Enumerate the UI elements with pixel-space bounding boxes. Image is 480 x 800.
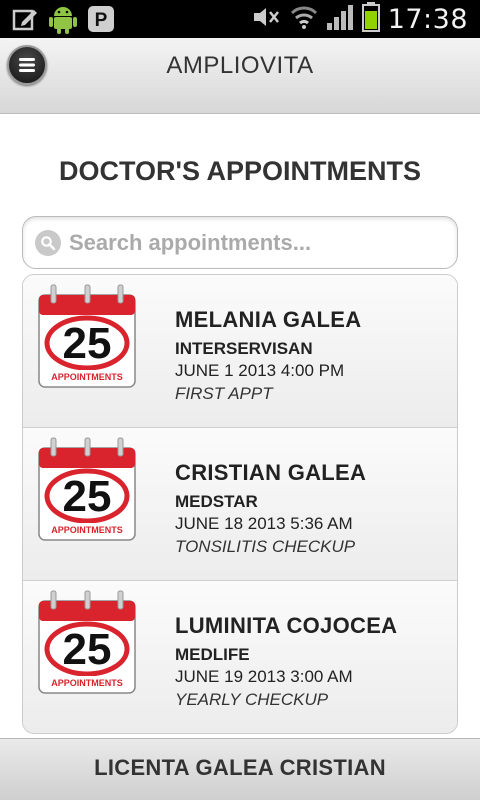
search-icon [35,230,61,256]
page-title: DOCTOR'S APPOINTMENTS [59,156,421,186]
appointment-note: TONSILITIS CHECKUP [175,537,356,556]
calendar-label: APPOINTMENTS [51,678,123,688]
notification-icons: P [10,4,116,34]
app-title: AMPLIOVITA [166,52,314,79]
clinic-name: MEDLIFE [175,645,250,664]
patient-name: CRISTIAN GALEA [175,460,367,485]
appointment-date: JUNE 19 2013 3:00 AM [175,667,353,686]
calendar-number: 25 [63,625,112,674]
android-icon [48,4,78,34]
system-icons: 17:38 [250,1,468,37]
battery-icon [361,1,380,37]
calendar-icon: 25 APPOINTMENTS [38,590,136,694]
search-input[interactable] [69,225,449,261]
edit-icon [10,4,40,34]
svg-text:P: P [95,10,108,31]
appointment-note: FIRST APPT [175,384,273,403]
signal-icon [326,3,354,36]
appointment-note: YEARLY CHECKUP [175,690,329,709]
list-item[interactable]: 25 APPOINTMENTS LUMINITA COJOCEA MEDLIFE… [23,581,457,733]
calendar-label: APPOINTMENTS [51,525,123,535]
pinterest-icon: P [86,4,116,34]
clock: 17:38 [387,3,468,35]
status-bar: P 17:38 [0,0,480,38]
mute-icon [250,5,282,34]
calendar-label: APPOINTMENTS [51,372,123,382]
appointment-date: JUNE 18 2013 5:36 AM [175,514,353,533]
patient-name: MELANIA GALEA [175,307,362,332]
calendar-number: 25 [63,319,112,368]
calendar-icon: 25 APPOINTMENTS [38,437,136,541]
search-bar [22,216,458,269]
clinic-name: INTERSERVISAN [175,339,313,358]
footer-title: LICENTA GALEA CRISTIAN [94,755,386,780]
appointment-list: 25 APPOINTMENTS MELANIA GALEA INTERSERVI… [22,274,458,734]
clinic-name: MEDSTAR [175,492,258,511]
calendar-icon: 25 APPOINTMENTS [38,284,136,388]
wifi-icon [290,4,318,35]
app-header: AMPLIOVITA [0,38,480,114]
calendar-number: 25 [63,472,112,521]
list-item[interactable]: 25 APPOINTMENTS MELANIA GALEA INTERSERVI… [23,275,457,428]
app-footer: LICENTA GALEA CRISTIAN [0,738,480,800]
list-item[interactable]: 25 APPOINTMENTS CRISTIAN GALEA MEDSTAR J… [23,428,457,581]
appointment-date: JUNE 1 2013 4:00 PM [175,361,345,380]
patient-name: LUMINITA COJOCEA [175,613,398,638]
